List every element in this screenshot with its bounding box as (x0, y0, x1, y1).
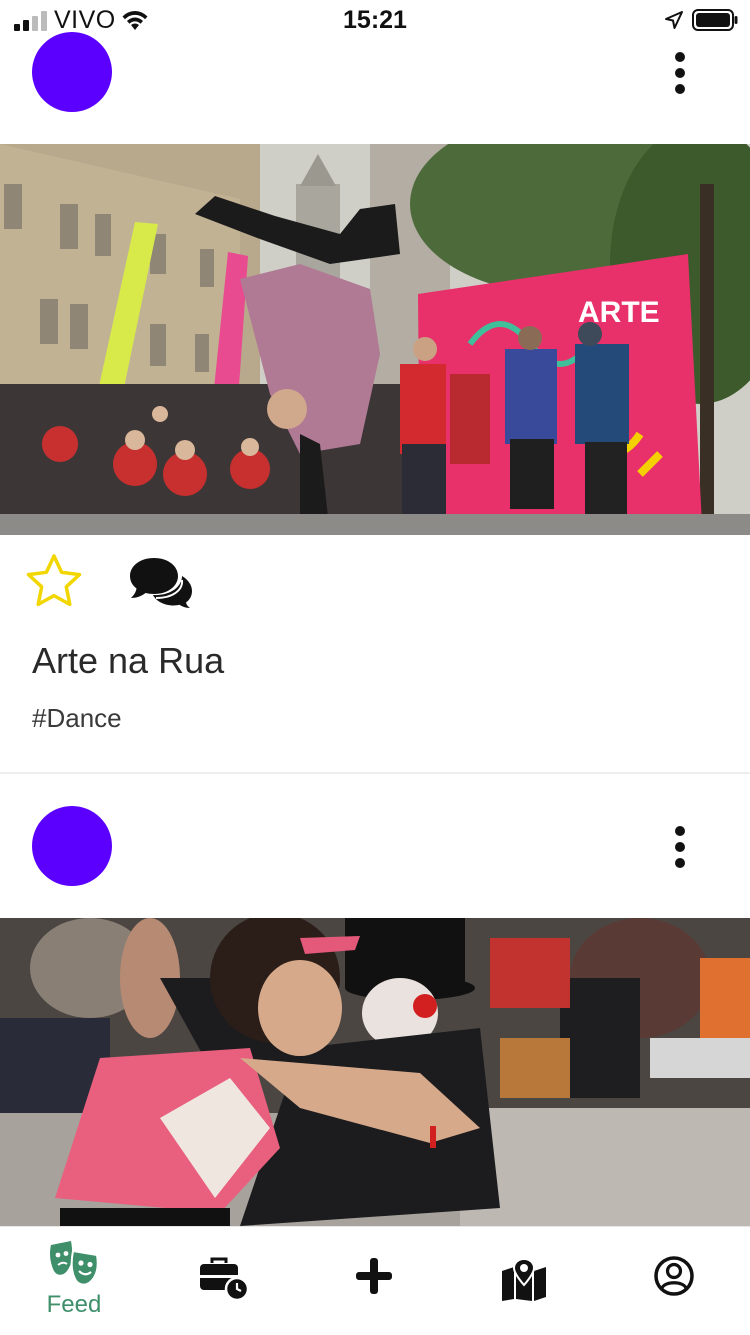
nav-profile[interactable] (624, 1227, 724, 1335)
post-title: Arte na Rua (32, 640, 225, 681)
battery-icon (692, 9, 738, 31)
comments-icon[interactable] (128, 556, 194, 608)
plus-icon (356, 1258, 392, 1294)
user-circle-icon (654, 1256, 694, 1296)
feed-post: ARTE Arte na Rua #Dance (0, 0, 750, 772)
theater-masks-icon (50, 1241, 99, 1285)
post-options-button[interactable] (660, 806, 700, 886)
post-tag[interactable]: #Dance (32, 703, 122, 734)
nav-feed-label: Feed (46, 1291, 102, 1318)
feed-post (0, 774, 750, 1226)
street-dance-photo-icon: ARTE (0, 144, 750, 535)
status-bar: VIVO 15:21 (0, 0, 750, 40)
nav-schedule[interactable] (174, 1227, 274, 1335)
post-options-button[interactable] (660, 32, 700, 112)
star-outline-icon[interactable] (24, 552, 84, 610)
bottom-nav: Feed (0, 1226, 750, 1335)
nav-feed[interactable]: Feed (24, 1227, 124, 1335)
location-arrow-icon (665, 11, 683, 29)
post-actions (0, 548, 750, 612)
status-time: 15:21 (343, 6, 407, 34)
post-photo[interactable] (0, 918, 750, 1226)
author-avatar[interactable] (32, 32, 112, 112)
map-marker-icon (502, 1257, 546, 1301)
nav-map[interactable] (474, 1227, 574, 1335)
post-photo[interactable]: ARTE (0, 144, 750, 535)
briefcase-clock-icon (200, 1257, 250, 1301)
author-avatar[interactable] (32, 806, 112, 886)
nav-add-post[interactable] (324, 1227, 424, 1335)
street-clown-photo-icon (0, 918, 750, 1226)
